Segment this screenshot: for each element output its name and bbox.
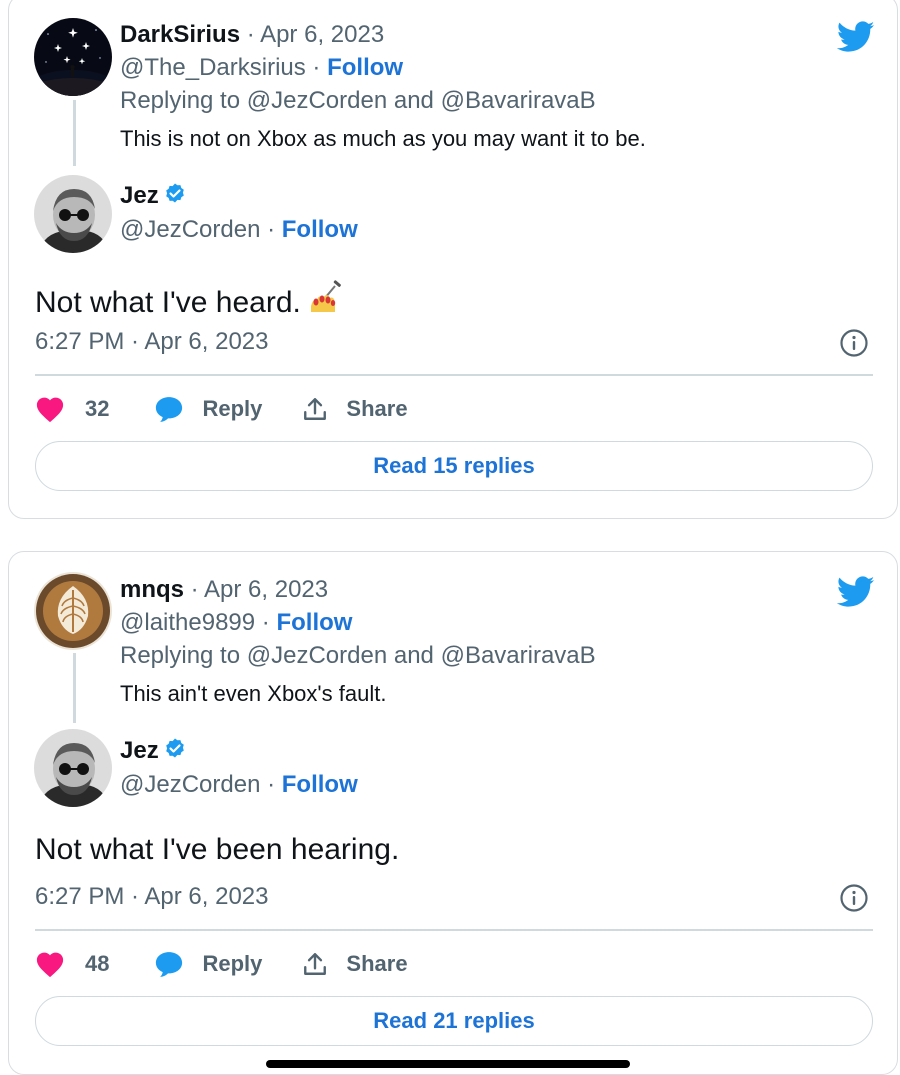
reply-label: Reply (202, 951, 263, 976)
reply-bubble-icon (156, 397, 183, 422)
like-button[interactable]: 48 (35, 950, 109, 978)
heart-icon (36, 397, 64, 423)
replying-prefix: Replying to (120, 87, 241, 114)
reply-handle[interactable]: @JezCorden (120, 771, 260, 798)
share-label: Share (346, 396, 408, 421)
replying-to-line: Replying to @JezCorden and @BavariravaB (120, 86, 596, 116)
replying-user-link[interactable]: @BavariravaB (441, 642, 596, 669)
thread-line (73, 653, 76, 723)
reply-tweet-text: Not what I've been hearing. (35, 833, 400, 866)
replying-and: and (393, 87, 434, 114)
parent-date[interactable]: Apr 6, 2023 (204, 576, 328, 603)
share-icon (304, 953, 327, 975)
follow-button[interactable]: Follow (276, 609, 352, 636)
reply-tweet-text-line: Not what I've heard. (35, 276, 347, 326)
parent-display-name[interactable]: mnqs (120, 576, 184, 603)
reply-header: Jez (120, 181, 187, 214)
follow-button[interactable]: Follow (327, 54, 403, 81)
parent-header: DarkSirius · Apr 6, 2023 (120, 21, 385, 48)
replying-user-link[interactable]: @JezCorden (247, 642, 387, 669)
reply-tweet-text: Not what I've heard. (35, 286, 301, 319)
read-replies-button[interactable]: Read 15 replies (35, 441, 873, 491)
parent-handle[interactable]: @laithe9899 (120, 609, 255, 636)
embedded-tweet-card: mnqs · Apr 6, 2023 @laithe9899 · Follow … (8, 551, 898, 1075)
reply-handle-line: @JezCorden · Follow (120, 771, 358, 798)
twitter-bird-icon[interactable] (837, 576, 875, 608)
parent-tweet-text: This is not on Xbox as much as you may w… (120, 126, 646, 151)
darksirius-avatar[interactable] (34, 18, 112, 96)
tweet-timestamp[interactable]: 6:27 PM · Apr 6, 2023 (35, 327, 269, 357)
parent-display-name[interactable]: DarkSirius (120, 21, 240, 48)
follow-button[interactable]: Follow (282, 216, 358, 243)
share-button[interactable]: Share (302, 950, 408, 978)
parent-handle-line: @The_Darksirius · Follow (120, 54, 404, 81)
replying-to-line: Replying to @JezCorden and @BavariravaB (120, 641, 596, 671)
reply-handle[interactable]: @JezCorden (120, 216, 260, 243)
share-label: Share (346, 951, 408, 976)
parent-handle-line: @laithe9899 · Follow (120, 609, 353, 636)
verified-badge-icon (163, 182, 187, 214)
verified-badge-icon (163, 737, 187, 769)
heart-icon (36, 952, 64, 978)
share-icon (304, 398, 327, 420)
jez-avatar[interactable] (34, 175, 112, 253)
tweet-timestamp[interactable]: 6:27 PM · Apr 6, 2023 (35, 882, 269, 912)
reply-button[interactable]: Reply (154, 950, 262, 978)
info-icon[interactable] (839, 883, 869, 913)
thread-line (73, 100, 76, 166)
reply-display-name[interactable]: Jez (120, 737, 159, 764)
parent-header: mnqs · Apr 6, 2023 (120, 576, 329, 603)
divider (35, 374, 873, 376)
tweet-date[interactable]: Apr 6, 2023 (144, 328, 268, 355)
mnqs-avatar[interactable] (34, 572, 112, 650)
action-bar: 48 Reply Share (35, 944, 408, 984)
tweet-time[interactable]: 6:27 PM (35, 883, 124, 910)
replying-and: and (393, 642, 434, 669)
twitter-bird-icon[interactable] (837, 21, 875, 53)
action-bar: 32 Reply Share (35, 389, 408, 429)
home-indicator[interactable] (266, 1060, 630, 1068)
like-count: 48 (85, 951, 110, 976)
like-count: 32 (85, 396, 110, 421)
reply-button[interactable]: Reply (154, 395, 262, 423)
divider (35, 929, 873, 931)
parent-handle[interactable]: @The_Darksirius (120, 54, 306, 81)
reply-display-name[interactable]: Jez (120, 182, 159, 209)
replying-prefix: Replying to (120, 642, 241, 669)
reply-header: Jez (120, 736, 187, 769)
share-button[interactable]: Share (302, 395, 408, 423)
parent-date[interactable]: Apr 6, 2023 (260, 21, 384, 48)
parent-tweet-text: This ain't even Xbox's fault. (120, 681, 387, 706)
embedded-tweet-card: DarkSirius · Apr 6, 2023 @The_Darksirius… (8, 0, 898, 519)
nail-polish-emoji-icon (307, 276, 347, 326)
reply-handle-line: @JezCorden · Follow (120, 216, 358, 243)
tweet-date[interactable]: Apr 6, 2023 (144, 883, 268, 910)
tweet-time[interactable]: 6:27 PM (35, 328, 124, 355)
reply-label: Reply (202, 396, 263, 421)
replying-user-link[interactable]: @BavariravaB (441, 87, 596, 114)
like-button[interactable]: 32 (35, 395, 109, 423)
reply-bubble-icon (156, 952, 183, 977)
follow-button[interactable]: Follow (282, 771, 358, 798)
replying-user-link[interactable]: @JezCorden (247, 87, 387, 114)
read-replies-button[interactable]: Read 21 replies (35, 996, 873, 1046)
jez-avatar[interactable] (34, 729, 112, 807)
info-icon[interactable] (839, 328, 869, 358)
